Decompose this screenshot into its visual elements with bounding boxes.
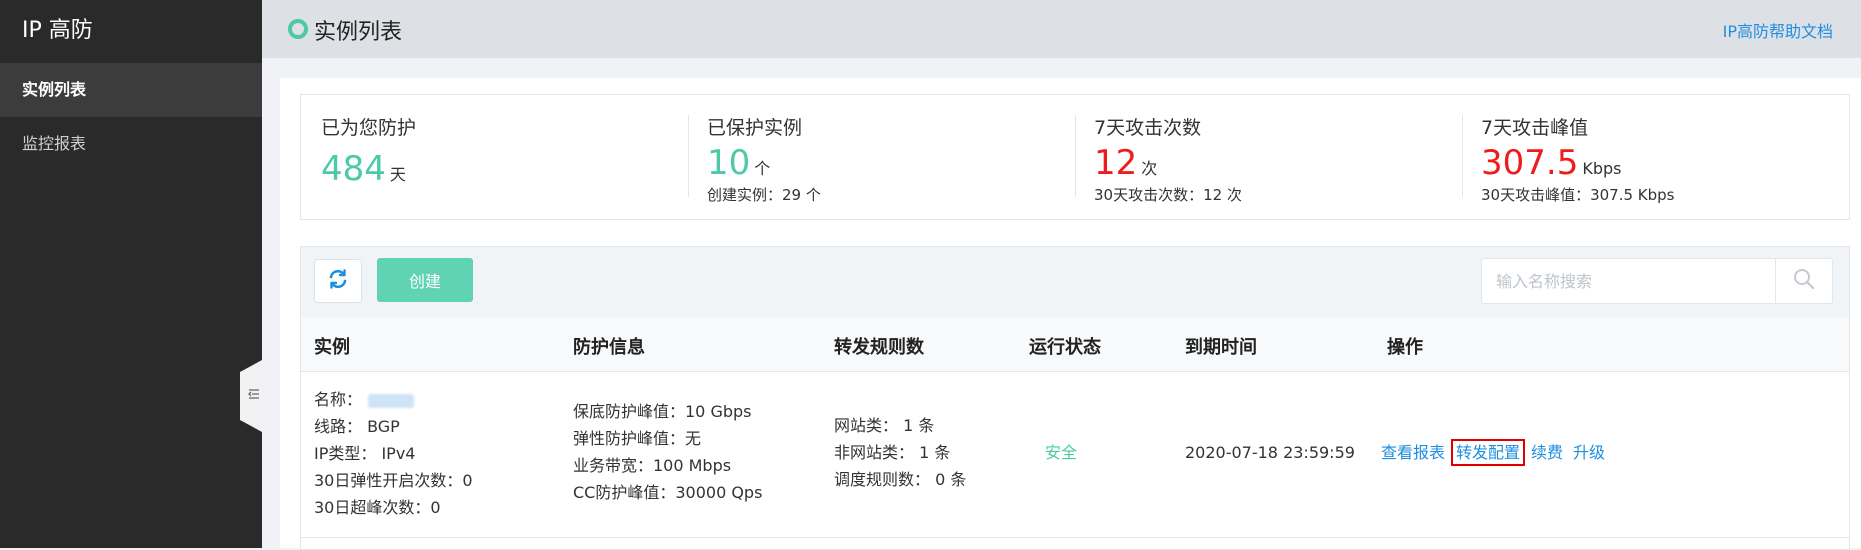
stat-label: 已为您防护 (321, 117, 417, 139)
stat-sub: 创建实例：29 个 (707, 186, 821, 204)
rules-schedule: 调度规则数： 0 条 (834, 470, 967, 489)
page-header: 实例列表 IP高防帮助文档 (262, 0, 1861, 58)
instance-peak-exceed: 30日超峰次数：0 (314, 498, 441, 517)
column-header-expire: 到期时间 (1185, 337, 1257, 358)
rules-website: 网站类： 1 条 (834, 416, 935, 435)
stat-value: 484 (321, 149, 386, 189)
column-header-rules: 转发规则数 (834, 337, 924, 358)
column-header-protection: 防护信息 (573, 337, 645, 358)
page-title: 实例列表 (314, 20, 403, 45)
search-button[interactable] (1775, 259, 1832, 303)
toolbar: 创建 (301, 247, 1849, 318)
stat-divider (1075, 115, 1076, 197)
collapse-left-icon (248, 388, 260, 404)
column-header-actions: 操作 (1387, 337, 1423, 358)
stats-panel: 已为您防护 484 天 已保护实例 10 个 创建实例：29 个 7天攻击次数 12… (300, 94, 1850, 220)
stat-value: 307.5 (1481, 143, 1579, 183)
search-icon (1792, 267, 1816, 295)
stat-label: 7天攻击次数 (1094, 117, 1202, 139)
table-row: 名称： 线路： BGP IP类型： IPv4 30日弹性开启次数：0 30日超峰… (301, 372, 1849, 522)
help-doc-link[interactable]: IP高防帮助文档 (1723, 18, 1833, 42)
row-divider (301, 537, 1849, 538)
protection-cc: CC防护峰值：30000 Qps (573, 483, 763, 502)
rules-cell: 网站类： 1 条 非网站类： 1 条 调度规则数： 0 条 (834, 412, 966, 493)
protection-cell: 保底防护峰值：10 Gbps 弹性防护峰值：无 业务带宽：100 Mbps CC… (573, 398, 762, 506)
refresh-button[interactable] (314, 259, 362, 303)
stat-protected-days: 已为您防护 484 天 (321, 113, 416, 205)
view-report-link[interactable]: 查看报表 (1381, 443, 1445, 462)
stat-label: 7天攻击峰值 (1481, 117, 1589, 139)
protection-base: 保底防护峰值：10 Gbps (573, 402, 752, 421)
stat-attack-count: 7天攻击次数 12 次 30天攻击次数：12 次 (1094, 113, 1242, 205)
stat-unit: 个 (754, 159, 771, 178)
instance-name-redacted (368, 393, 415, 408)
column-header-status: 运行状态 (1029, 337, 1101, 358)
create-button[interactable]: 创建 (377, 258, 473, 302)
table-header: 实例 防护信息 转发规则数 运行状态 到期时间 操作 (301, 317, 1849, 372)
search-box (1481, 258, 1833, 304)
stat-unit: Kbps (1582, 159, 1622, 178)
protection-elastic: 弹性防护峰值：无 (573, 429, 702, 448)
renew-link[interactable]: 续费 (1531, 443, 1563, 462)
expire-time: 2020-07-18 23:59:59 (1185, 443, 1355, 462)
instance-list: 创建 实例 防护信息 转发规则数 运行状态 到期时间 操作 名称： 线路： BG… (300, 246, 1850, 550)
instance-ip-type: IP类型： IPv4 (314, 444, 416, 463)
stat-value: 10 (707, 143, 751, 183)
title-dot-icon (288, 19, 308, 39)
sidebar-collapse-button[interactable] (240, 360, 262, 432)
instance-name-label: 名称： (314, 390, 363, 409)
stat-sub: 30天攻击峰值：307.5 Kbps (1481, 186, 1675, 204)
stat-unit: 次 (1141, 159, 1158, 178)
stat-unit: 天 (389, 165, 406, 184)
refresh-icon (327, 268, 349, 294)
stat-attack-peak: 7天攻击峰值 307.5 Kbps 30天攻击峰值：307.5 Kbps (1481, 113, 1675, 205)
stat-divider (1462, 115, 1463, 197)
status-badge: 安全 (1045, 443, 1078, 462)
search-input[interactable] (1482, 259, 1772, 303)
sidebar-item-monitor-report[interactable]: 监控报表 (0, 117, 262, 171)
stat-sub: 30天攻击次数：12 次 (1094, 186, 1242, 204)
stat-divider (688, 115, 689, 197)
instance-line: 线路： BGP (314, 417, 400, 436)
sidebar-item-instance-list[interactable]: 实例列表 (0, 63, 262, 117)
brand-title: IP 高防 (22, 18, 93, 43)
sidebar: IP 高防 实例列表 监控报表 (0, 0, 262, 548)
rules-non-website: 非网站类： 1 条 (834, 443, 951, 462)
upgrade-link[interactable]: 升级 (1573, 443, 1605, 462)
instance-elastic-count: 30日弹性开启次数：0 (314, 471, 473, 490)
forward-config-link[interactable]: 转发配置 (1451, 439, 1526, 466)
stat-protected-instances: 已保护实例 10 个 创建实例：29 个 (707, 113, 821, 205)
stat-value: 12 (1094, 143, 1138, 183)
column-header-instance: 实例 (314, 337, 350, 358)
main-panel: 已为您防护 484 天 已保护实例 10 个 创建实例：29 个 7天攻击次数 12… (280, 78, 1861, 550)
protection-bandwidth: 业务带宽：100 Mbps (573, 456, 732, 475)
stat-label: 已保护实例 (707, 117, 803, 139)
actions-cell: 查看报表 转发配置 续费 升级 (1381, 439, 1615, 466)
instance-cell: 名称： 线路： BGP IP类型： IPv4 30日弹性开启次数：0 30日超峰… (314, 386, 473, 521)
